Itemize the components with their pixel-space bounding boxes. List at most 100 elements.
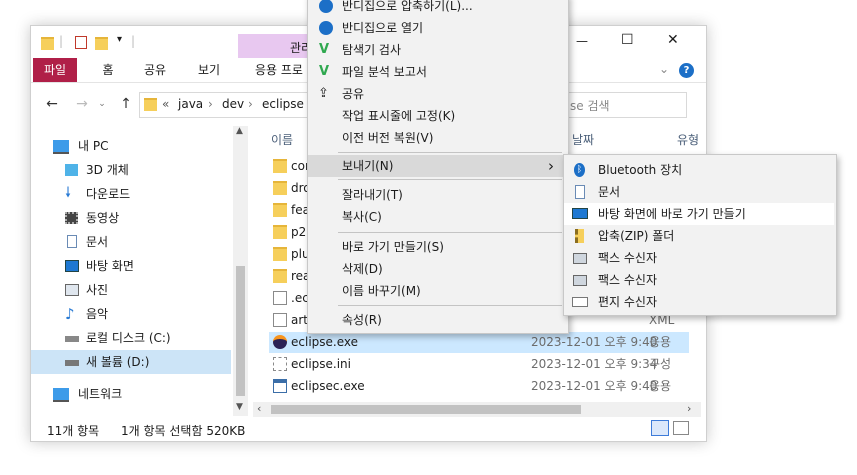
scroll-down-icon[interactable]: ▼	[236, 402, 243, 412]
properties-check-icon[interactable]	[75, 36, 87, 49]
help-icon[interactable]: ?	[679, 63, 694, 78]
sidebar-item-new-volume-d[interactable]: 새 볼륨 (D:)	[31, 350, 231, 374]
file-row[interactable]: eclipsec.exe 2023-12-01 오후 9:40 응용	[269, 376, 689, 397]
column-header-date[interactable]: 날짜	[572, 131, 594, 148]
scroll-thumb[interactable]	[271, 405, 581, 414]
menu-item-copy[interactable]: 복사(C)	[308, 206, 566, 228]
menu-item-documents[interactable]: 문서	[564, 181, 834, 203]
up-button[interactable]: ↑	[115, 88, 137, 120]
sidebar-scrollbar[interactable]: ▲ ▼	[233, 126, 248, 416]
menu-item-create-shortcut[interactable]: 바로 가기 만들기(S)	[308, 236, 566, 258]
maximize-button[interactable]: ☐	[621, 32, 634, 48]
disk-icon	[65, 336, 79, 342]
minimize-button[interactable]: —	[576, 34, 588, 48]
sidebar-item-documents[interactable]: 문서	[31, 230, 231, 254]
menu-item-properties[interactable]: 속성(R)	[308, 309, 566, 331]
folder-icon	[273, 181, 287, 195]
file-name: eclipse.ini	[291, 357, 351, 371]
menu-item-scan[interactable]: V 탐색기 검사	[308, 39, 566, 61]
breadcrumb-java[interactable]: java	[178, 97, 203, 111]
search-box[interactable]: se 검색	[567, 92, 687, 118]
file-type: 응용	[649, 379, 672, 393]
scroll-up-icon[interactable]: ▲	[236, 126, 243, 136]
tab-app-tools[interactable]: 응용 프로	[245, 58, 313, 82]
sidebar-item-this-pc[interactable]: 내 PC	[31, 134, 231, 158]
sidebar-item-videos[interactable]: 동영상	[31, 206, 231, 230]
sidebar-item-downloads[interactable]: 🠗 다운로드	[31, 182, 231, 206]
quick-access-folder-icon[interactable]	[41, 37, 54, 50]
tab-share[interactable]: 공유	[135, 58, 175, 82]
menu-item-delete[interactable]: 삭제(D)	[308, 258, 566, 280]
menu-item-bluetooth[interactable]: ᛒ Bluetooth 장치	[564, 159, 834, 181]
menu-item-label: 바로 가기 만들기(S)	[342, 240, 444, 254]
file-row[interactable]: eclipse.ini 2023-12-01 오후 9:34 구성	[269, 354, 689, 375]
scroll-left-icon[interactable]: ‹	[257, 402, 261, 415]
menu-item-label: 보내기(N)	[342, 159, 394, 173]
qat-separator: |	[131, 34, 136, 48]
menu-item-bandizip-open[interactable]: 반디집으로 열기	[308, 17, 566, 39]
new-folder-icon[interactable]	[95, 37, 108, 50]
forward-button[interactable]: →	[71, 88, 93, 120]
close-button[interactable]: ✕	[667, 32, 679, 48]
menu-item-mail-recipient[interactable]: 편지 수신자	[564, 291, 834, 313]
menu-item-restore-versions[interactable]: 이전 버전 복원(V)	[308, 127, 566, 149]
menu-item-send-to[interactable]: 보내기(N) ›	[308, 155, 566, 177]
menu-item-rename[interactable]: 이름 바꾸기(M)	[308, 280, 566, 302]
menu-item-label: 속성(R)	[342, 313, 382, 327]
menu-item-fax-1[interactable]: 팩스 수신자	[564, 247, 834, 269]
menu-item-bandizip-compress[interactable]: 반디집으로 압축하기(L)...	[308, 0, 566, 17]
v3-report-icon: V	[319, 64, 330, 79]
menu-item-cut[interactable]: 잘라내기(T)	[308, 184, 566, 206]
menu-item-share[interactable]: ⇪ 공유	[308, 83, 566, 105]
menu-separator	[338, 305, 562, 306]
document-icon	[575, 185, 585, 199]
menu-item-zip-folder[interactable]: 압축(ZIP) 폴더	[564, 225, 834, 247]
breadcrumb-overflow[interactable]: «	[162, 97, 169, 111]
menu-item-desktop-shortcut[interactable]: 바탕 화면에 바로 가기 만들기	[564, 203, 834, 225]
breadcrumb-sep-icon: ›	[248, 97, 253, 111]
submenu-arrow-icon: ›	[548, 157, 554, 175]
file-date: 2023-12-01 오후 9:40	[531, 379, 658, 393]
column-header-type[interactable]: 유형	[677, 131, 699, 148]
scroll-right-icon[interactable]: ›	[687, 402, 691, 415]
horizontal-scrollbar[interactable]: ‹ ›	[253, 402, 701, 417]
history-dropdown-icon[interactable]: ⌄	[91, 88, 113, 120]
menu-item-report[interactable]: V 파일 분석 보고서	[308, 61, 566, 83]
menu-item-label: 이전 버전 복원(V)	[342, 131, 434, 145]
menu-item-fax-2[interactable]: 팩스 수신자	[564, 269, 834, 291]
tab-view[interactable]: 보기	[189, 58, 229, 82]
back-button[interactable]: ←	[41, 88, 63, 120]
column-header-name[interactable]: 이름	[271, 131, 293, 148]
sidebar-item-music[interactable]: ♪ 음악	[31, 302, 231, 326]
sidebar-item-3d[interactable]: 3D 개체	[31, 158, 231, 182]
file-row-selected[interactable]: eclipse.exe 2023-12-01 오후 9:40 응용	[269, 332, 689, 353]
menu-item-label: 파일 분석 보고서	[342, 65, 427, 79]
sidebar-item-label: 바탕 화면	[86, 259, 134, 273]
menu-separator	[338, 232, 562, 233]
selection-info: 1개 항목 선택함 520KB	[121, 424, 246, 438]
file-icon	[273, 291, 287, 305]
qat-dropdown-icon[interactable]: ▾	[117, 34, 122, 45]
picture-icon	[65, 284, 79, 296]
large-icons-view-icon[interactable]	[673, 421, 689, 435]
zip-folder-icon	[575, 229, 584, 243]
tab-file[interactable]: 파일	[33, 58, 77, 82]
ribbon-expand-icon[interactable]: ⌄	[659, 62, 669, 76]
sidebar-item-desktop[interactable]: 바탕 화면	[31, 254, 231, 278]
menu-item-pin-taskbar[interactable]: 작업 표시줄에 고정(K)	[308, 105, 566, 127]
details-view-icon[interactable]	[651, 420, 669, 436]
scroll-thumb[interactable]	[236, 266, 245, 396]
menu-item-label: 편지 수신자	[598, 295, 658, 309]
sidebar-item-label: 다운로드	[86, 187, 131, 201]
sidebar-item-network[interactable]: 네트워크	[31, 382, 231, 406]
sidebar-item-pictures[interactable]: 사진	[31, 278, 231, 302]
menu-item-label: 팩스 수신자	[598, 273, 658, 287]
folder-icon	[273, 203, 287, 217]
qat-separator: |	[59, 34, 64, 48]
breadcrumb-dev[interactable]: dev	[222, 97, 244, 111]
video-icon	[65, 212, 78, 224]
menu-separator	[338, 179, 562, 180]
breadcrumb-eclipse[interactable]: eclipse	[262, 97, 304, 111]
tab-home[interactable]: 홈	[93, 58, 123, 82]
sidebar-item-local-disk-c[interactable]: 로컬 디스크 (C:)	[31, 326, 231, 350]
